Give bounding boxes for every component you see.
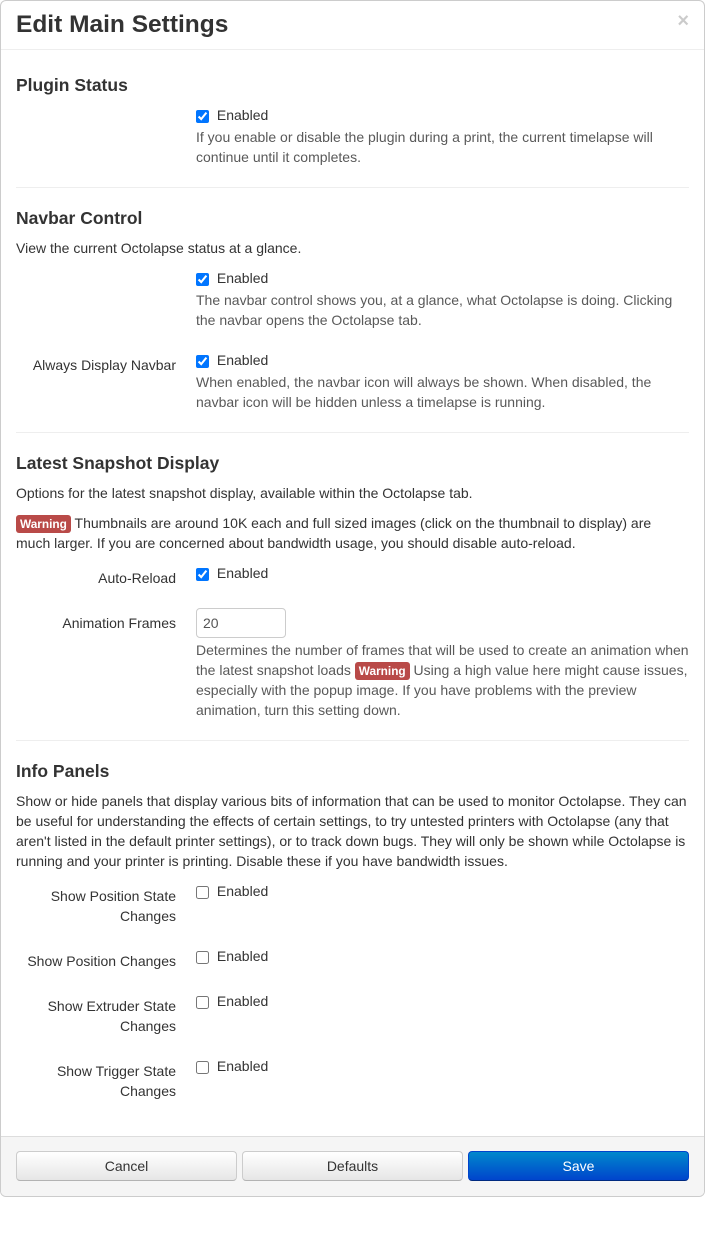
show-position-changes-row: Enabled (196, 946, 689, 966)
navbar-heading: Navbar Control (16, 208, 689, 228)
navbar-enabled-label: Enabled (217, 270, 268, 286)
defaults-button[interactable]: Defaults (242, 1151, 463, 1181)
snapshot-warning-text: Thumbnails are around 10K each and full … (16, 515, 651, 551)
plugin-enabled-label: Enabled (217, 107, 268, 123)
modal-title: Edit Main Settings (16, 10, 689, 40)
save-button[interactable]: Save (468, 1151, 689, 1181)
animation-frames-label: Animation Frames (16, 608, 196, 720)
auto-reload-row: Enabled (196, 563, 689, 583)
cancel-button[interactable]: Cancel (16, 1151, 237, 1181)
modal-footer: Cancel Defaults Save (1, 1136, 704, 1196)
show-trigger-state-row: Enabled (196, 1056, 689, 1076)
auto-reload-enabled-label: Enabled (217, 565, 268, 581)
snapshot-desc: Options for the latest snapshot display,… (16, 483, 689, 503)
show-extruder-state-label: Show Extruder State Changes (16, 991, 196, 1036)
animation-frames-input[interactable] (196, 608, 286, 638)
show-trigger-state-checkbox[interactable] (196, 1061, 209, 1074)
show-position-changes-label: Show Position Changes (16, 946, 196, 971)
close-icon[interactable]: × (677, 11, 689, 31)
show-position-changes-checkbox[interactable] (196, 951, 209, 964)
info-panels-heading: Info Panels (16, 761, 689, 781)
divider (16, 187, 689, 188)
plugin-enabled-row: Enabled (196, 105, 689, 125)
show-extruder-state-enabled: Enabled (217, 993, 268, 1009)
show-trigger-state-enabled: Enabled (217, 1058, 268, 1074)
plugin-enabled-help: If you enable or disable the plugin duri… (196, 127, 689, 167)
snapshot-warning: Warning Thumbnails are around 10K each a… (16, 513, 689, 553)
divider (16, 740, 689, 741)
auto-reload-label: Auto-Reload (16, 563, 196, 588)
warning-badge: Warning (355, 662, 410, 680)
plugin-enabled-checkbox[interactable] (196, 110, 209, 123)
plugin-status-heading: Plugin Status (16, 75, 689, 95)
show-position-changes-enabled: Enabled (217, 948, 268, 964)
always-navbar-row: Enabled (196, 350, 689, 370)
divider (16, 432, 689, 433)
warning-badge: Warning (16, 515, 71, 533)
always-navbar-enabled-label: Enabled (217, 352, 268, 368)
animation-frames-help: Determines the number of frames that wil… (196, 640, 689, 720)
show-position-state-enabled: Enabled (217, 883, 268, 899)
modal-body: Plugin Status Enabled If you enable or d… (1, 50, 704, 1136)
navbar-enabled-row: Enabled (196, 268, 689, 288)
show-extruder-state-checkbox[interactable] (196, 996, 209, 1009)
edit-main-settings-modal: × Edit Main Settings Plugin Status Enabl… (0, 0, 705, 1197)
show-trigger-state-label: Show Trigger State Changes (16, 1056, 196, 1101)
show-position-state-label: Show Position State Changes (16, 881, 196, 926)
always-display-navbar-label: Always Display Navbar (16, 350, 196, 412)
auto-reload-checkbox[interactable] (196, 568, 209, 581)
snapshot-heading: Latest Snapshot Display (16, 453, 689, 473)
navbar-desc: View the current Octolapse status at a g… (16, 238, 689, 258)
navbar-enabled-help: The navbar control shows you, at a glanc… (196, 290, 689, 330)
navbar-enabled-checkbox[interactable] (196, 273, 209, 286)
show-position-state-row: Enabled (196, 881, 689, 901)
info-panels-desc: Show or hide panels that display various… (16, 791, 689, 871)
show-position-state-checkbox[interactable] (196, 886, 209, 899)
modal-header: × Edit Main Settings (1, 1, 704, 50)
always-navbar-help: When enabled, the navbar icon will alway… (196, 372, 689, 412)
show-extruder-state-row: Enabled (196, 991, 689, 1011)
always-navbar-checkbox[interactable] (196, 355, 209, 368)
